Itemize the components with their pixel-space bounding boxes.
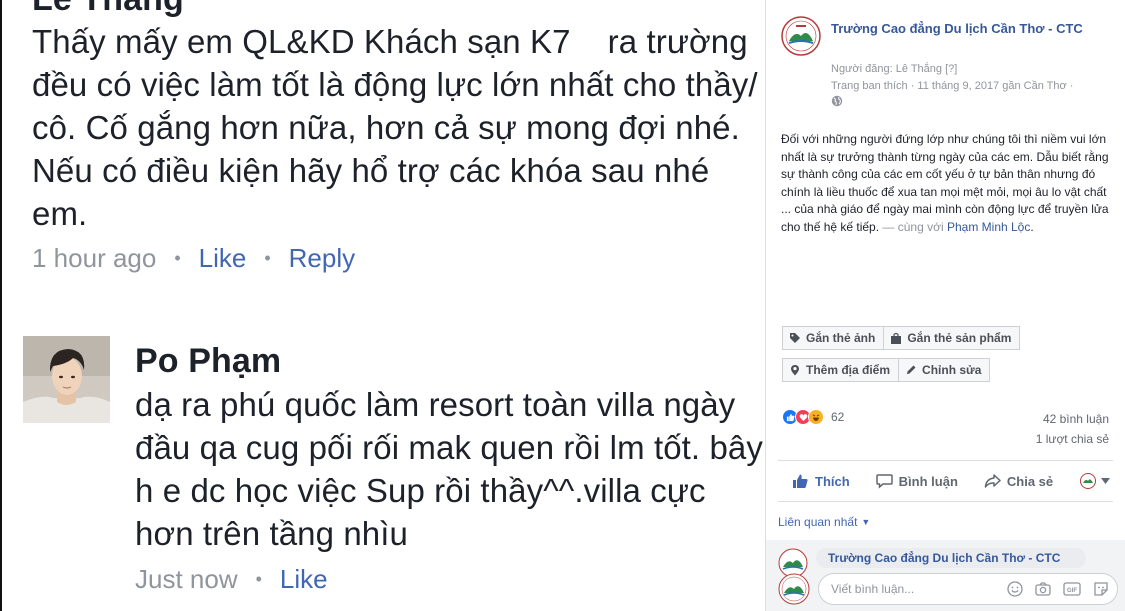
comment-text: dạ ra phú quốc làm resort toàn villa ngà… <box>135 386 763 552</box>
share-label: Chia sẻ <box>1006 473 1054 489</box>
comment-sort-label: Liên quan nhất <box>778 515 858 529</box>
photo-actions-row-1: Gắn thẻ ảnh Gắn thẻ sản phẩm <box>782 326 1021 350</box>
photo-side-panel: Trường Cao đẳng Du lịch Cần Thơ - CTC Ng… <box>765 0 1125 611</box>
caption-text: Đối với những người đứng lớp như chúng t… <box>781 132 1109 234</box>
comment-composer: Viết bình luận... GIF <box>778 572 1118 606</box>
comment-author-name[interactable]: Po Phạm <box>135 340 281 383</box>
comment-meta-row: 1 hour ago • Like • Reply <box>32 243 355 274</box>
gif-icon[interactable]: GIF <box>1063 581 1081 597</box>
tag-icon <box>790 333 800 343</box>
comment-input-placeholder: Viết bình luận... <box>831 582 915 596</box>
like-label: Thích <box>815 473 850 489</box>
post-actions-bar: Thích Bình luận Chia sẻ <box>778 466 1114 496</box>
reaction-count: 62 <box>831 410 845 424</box>
comment-input[interactable]: Viết bình luận... GIF <box>818 573 1118 605</box>
comment-bubble-icon <box>875 474 893 489</box>
page-avatar-icon <box>778 573 810 605</box>
comment-author-name[interactable]: Lê Thắng <box>32 0 184 21</box>
separator-dot: • <box>255 569 262 589</box>
shares-count-link[interactable]: 1 lượt chia sẻ <box>1036 432 1109 446</box>
globe-icon[interactable] <box>831 95 843 107</box>
tag-product-label: Gắn thẻ sản phẩm <box>907 331 1012 345</box>
photo-caption: Đối với những người đứng lớp như chúng t… <box>781 131 1111 236</box>
avatar-photo-icon <box>23 336 110 423</box>
tagged-person-link[interactable]: Phạm Minh Lộc <box>947 220 1030 234</box>
comment-zoom-area: Lê Thắng Thấy mấy em QL&KD Khách sạn K7 … <box>0 0 765 611</box>
comment-label: Bình luận <box>898 473 958 489</box>
caption-with: — cùng với <box>879 219 947 234</box>
page-name-link[interactable]: Trường Cao đẳng Du lịch Cần Thơ - CTC <box>831 20 1096 38</box>
separator-dot: • <box>264 248 271 268</box>
share-button[interactable]: Chia sẻ <box>984 473 1053 489</box>
location-pin-icon <box>790 365 800 376</box>
sticker-icon[interactable] <box>1093 581 1109 597</box>
posted-by-help-link[interactable]: [?] <box>945 63 957 75</box>
avatar[interactable] <box>23 336 110 423</box>
tag-photo-label: Gắn thẻ ảnh <box>806 331 876 345</box>
comment-meta-row: Just now • Like <box>135 564 328 595</box>
comment-timestamp[interactable]: Just now <box>135 564 238 595</box>
comment-author-name[interactable]: Trường Cao đẳng Du lịch Cần Thơ - CTC <box>816 548 1086 568</box>
divider <box>778 501 1113 502</box>
camera-icon[interactable] <box>1035 581 1051 597</box>
page-logo-icon[interactable] <box>781 16 821 56</box>
pencil-icon <box>907 365 916 374</box>
chevron-down-icon <box>1101 478 1110 484</box>
timeline-info[interactable]: Trang ban thích · 11 tháng 9, 2017 gần C… <box>831 79 1073 93</box>
add-location-label: Thêm địa điểm <box>806 363 891 377</box>
tag-photo-button[interactable]: Gắn thẻ ảnh <box>782 326 885 350</box>
page-avatar-small-icon <box>1080 473 1096 489</box>
comment-button[interactable]: Bình luận <box>875 473 958 489</box>
edit-button[interactable]: Chỉnh sửa <box>899 358 991 382</box>
haha-reaction-icon <box>808 409 824 425</box>
tag-product-button[interactable]: Gắn thẻ sản phẩm <box>884 326 1021 350</box>
separator-dot: • <box>174 248 181 268</box>
svg-text:GIF: GIF <box>1067 588 1077 594</box>
posted-by-text: Người đăng: Lê Thắng <box>831 63 943 75</box>
photo-actions-row-2: Thêm địa điểm Chỉnh sửa <box>782 358 991 382</box>
caption-end: . <box>1030 219 1034 234</box>
like-link[interactable]: Like <box>199 243 247 274</box>
comment-timestamp[interactable]: 1 hour ago <box>32 243 156 274</box>
emoji-icon[interactable] <box>1007 581 1023 597</box>
edit-label: Chỉnh sửa <box>922 363 982 377</box>
reply-link[interactable]: Reply <box>289 243 355 274</box>
comment-sort-dropdown[interactable]: Liên quan nhất ▼ <box>778 515 870 529</box>
divider <box>778 460 1113 461</box>
like-link[interactable]: Like <box>280 564 328 595</box>
thumbs-up-icon <box>793 474 808 488</box>
share-arrow-icon <box>984 474 1001 488</box>
comment-text: Thấy mấy em QL&KD Khách sạn K7 ra trường… <box>32 23 758 232</box>
audience-selector[interactable] <box>1080 473 1110 489</box>
reactions-summary[interactable]: 62 <box>782 409 844 425</box>
add-location-button[interactable]: Thêm địa điểm <box>782 358 900 382</box>
like-button[interactable]: Thích <box>792 473 850 489</box>
caret-down-icon: ▼ <box>861 517 871 527</box>
comments-count-link[interactable]: 42 bình luận <box>1043 412 1109 426</box>
composer-icons: GIF <box>995 581 1109 597</box>
posted-by: Người đăng: Lê Thắng [?] <box>831 62 957 76</box>
shopping-bag-icon <box>891 332 902 344</box>
